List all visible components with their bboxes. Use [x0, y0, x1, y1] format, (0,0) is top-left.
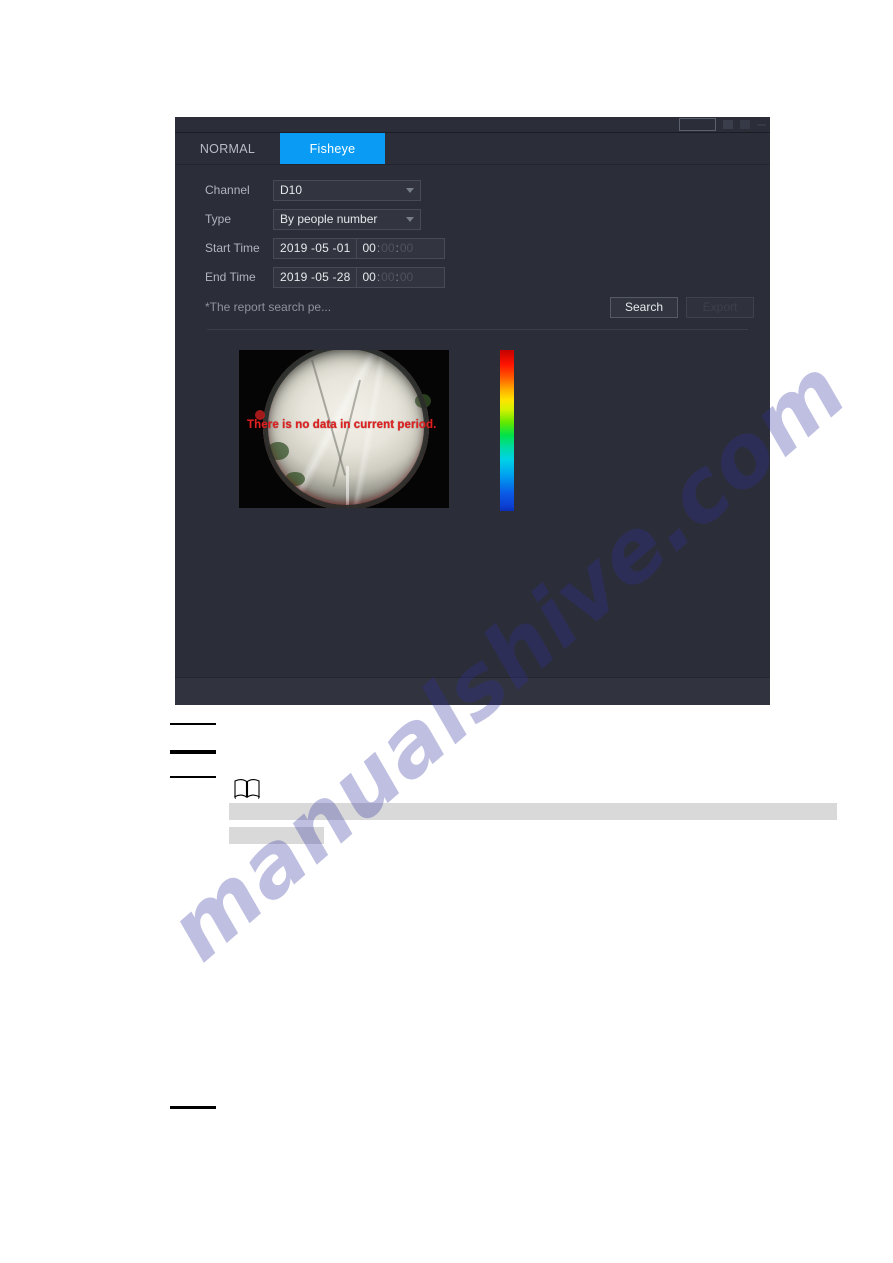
note-and-actions-row: *The report search pe... Search Export: [175, 293, 770, 321]
export-button[interactable]: Export: [686, 296, 754, 318]
end-second: 00: [399, 270, 414, 284]
redacted-text-block-1: [229, 803, 837, 820]
end-time-input[interactable]: 2019 -05 -28 00:00:00: [273, 266, 445, 288]
no-data-message: There is no data in current period.: [247, 419, 437, 431]
tab-fisheye[interactable]: Fisheye: [280, 133, 385, 164]
end-clock: 00:00:00: [357, 268, 418, 287]
redacted-heading-rule-2: [170, 750, 216, 754]
search-button[interactable]: Search: [610, 296, 678, 318]
start-hour: 00: [362, 241, 376, 255]
type-value: By people number: [280, 212, 378, 226]
redacted-text-block-2: [229, 827, 324, 844]
end-time-label: End Time: [205, 270, 256, 284]
redacted-heading-rule-3: [170, 776, 216, 778]
window-footer: [175, 677, 770, 705]
channel-select[interactable]: D10: [273, 179, 421, 201]
restore-icon[interactable]: [679, 118, 716, 131]
start-time-input[interactable]: 2019 -05 -01 00:00:00: [273, 237, 445, 259]
start-time-row: Start Time 2019 -05 -01 00:00:00: [175, 234, 770, 262]
heatmap-color-scale: [500, 350, 514, 511]
type-row: Type By people number: [175, 205, 770, 233]
channel-row: Channel D10: [175, 176, 770, 204]
note-book-icon: [233, 778, 261, 800]
fisheye-preview-image[interactable]: There is no data in current period.: [239, 350, 449, 508]
chevron-down-icon: [406, 187, 414, 193]
minimize-icon[interactable]: [723, 120, 733, 129]
fisheye-report-window: NORMAL Fisheye Channel D10 Type By peopl…: [175, 117, 770, 705]
redacted-heading-rule-4: [170, 1106, 216, 1109]
type-select[interactable]: By people number: [273, 208, 421, 230]
start-clock: 00:00:00: [357, 239, 418, 258]
end-hour: 00: [362, 270, 376, 284]
start-second: 00: [399, 241, 414, 255]
window-titlebar: [175, 117, 770, 133]
end-sep-1: :: [376, 270, 381, 284]
end-date-value: 2019 -05 -28: [274, 267, 358, 287]
tab-normal[interactable]: NORMAL: [175, 133, 280, 164]
report-result-area: There is no data in current period.: [175, 330, 770, 670]
type-label: Type: [205, 212, 232, 226]
maximize-icon[interactable]: [740, 120, 750, 129]
end-sep-2: :: [395, 270, 399, 284]
search-form: Channel D10 Type By people number Start …: [175, 165, 770, 330]
channel-label: Channel: [205, 183, 250, 197]
start-time-label: Start Time: [205, 241, 260, 255]
start-sep-2: :: [395, 241, 399, 255]
report-tabbar: NORMAL Fisheye: [175, 133, 770, 165]
search-period-note: *The report search pe...: [205, 300, 332, 314]
end-minute: 00: [381, 270, 395, 284]
start-sep-1: :: [376, 241, 381, 255]
close-icon[interactable]: [757, 123, 766, 126]
channel-value: D10: [280, 183, 303, 197]
chevron-down-icon: [406, 216, 414, 222]
window-controls: [679, 117, 766, 132]
redacted-heading-rule-1: [170, 723, 216, 725]
start-minute: 00: [381, 241, 395, 255]
start-date-value: 2019 -05 -01: [274, 238, 358, 258]
end-time-row: End Time 2019 -05 -28 00:00:00: [175, 263, 770, 291]
